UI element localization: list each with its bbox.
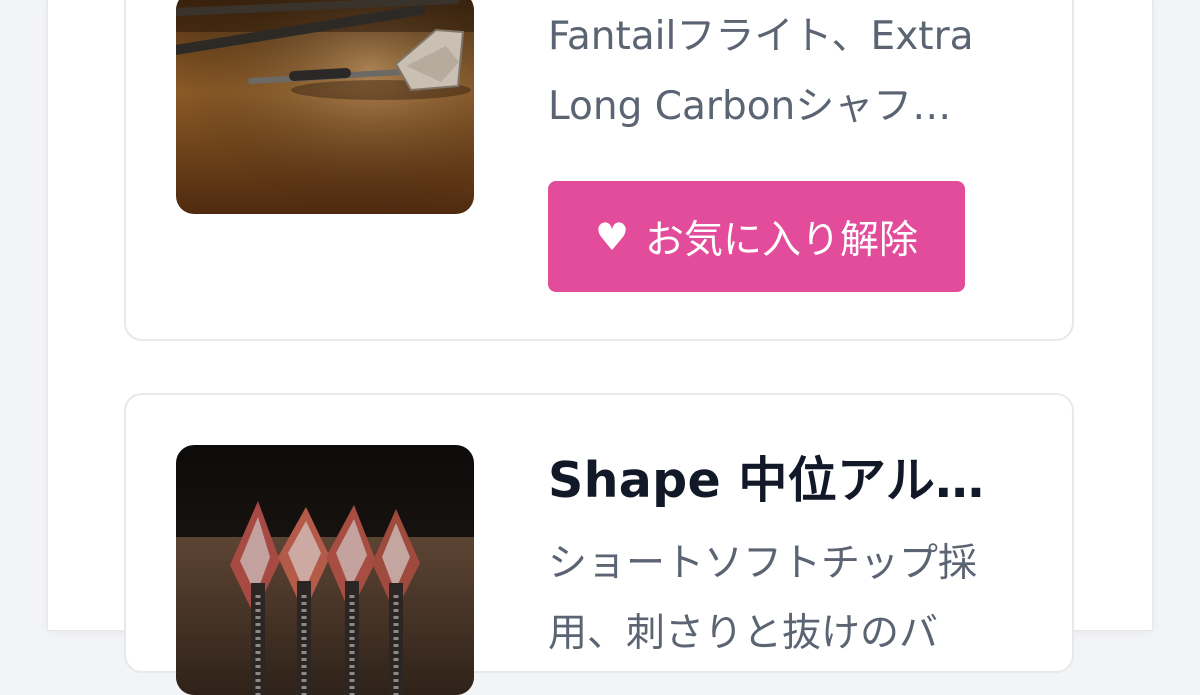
product-description: Fantailフライト、Extra Long Carbonシャフ…: [548, 14, 974, 129]
product-info: Shape 中位アル… ショートソフトチップ採 用、刺さりと抜けのバ: [548, 451, 1032, 669]
product-info: Fantailフライト、Extra Long Carbonシャフ…: [548, 2, 1032, 142]
favorite-card: Shape 中位アル… ショートソフトチップ採 用、刺さりと抜けのバ: [124, 393, 1074, 695]
unfavorite-button-label: お気に入り解除: [645, 217, 919, 263]
product-image[interactable]: [176, 0, 474, 214]
product-title: Shape 中位アル…: [548, 452, 985, 509]
favorite-card: Fantailフライト、Extra Long Carbonシャフ… ♥ お気に入…: [124, 0, 1074, 341]
heart-icon: ♥: [594, 214, 630, 259]
darts-group-photo: [176, 445, 474, 695]
product-image[interactable]: [176, 445, 474, 695]
product-description: ショートソフトチップ採 用、刺さりと抜けのバ: [548, 541, 978, 656]
unfavorite-button[interactable]: ♥ お気に入り解除: [548, 181, 965, 292]
dart-on-table-photo: [176, 0, 474, 214]
